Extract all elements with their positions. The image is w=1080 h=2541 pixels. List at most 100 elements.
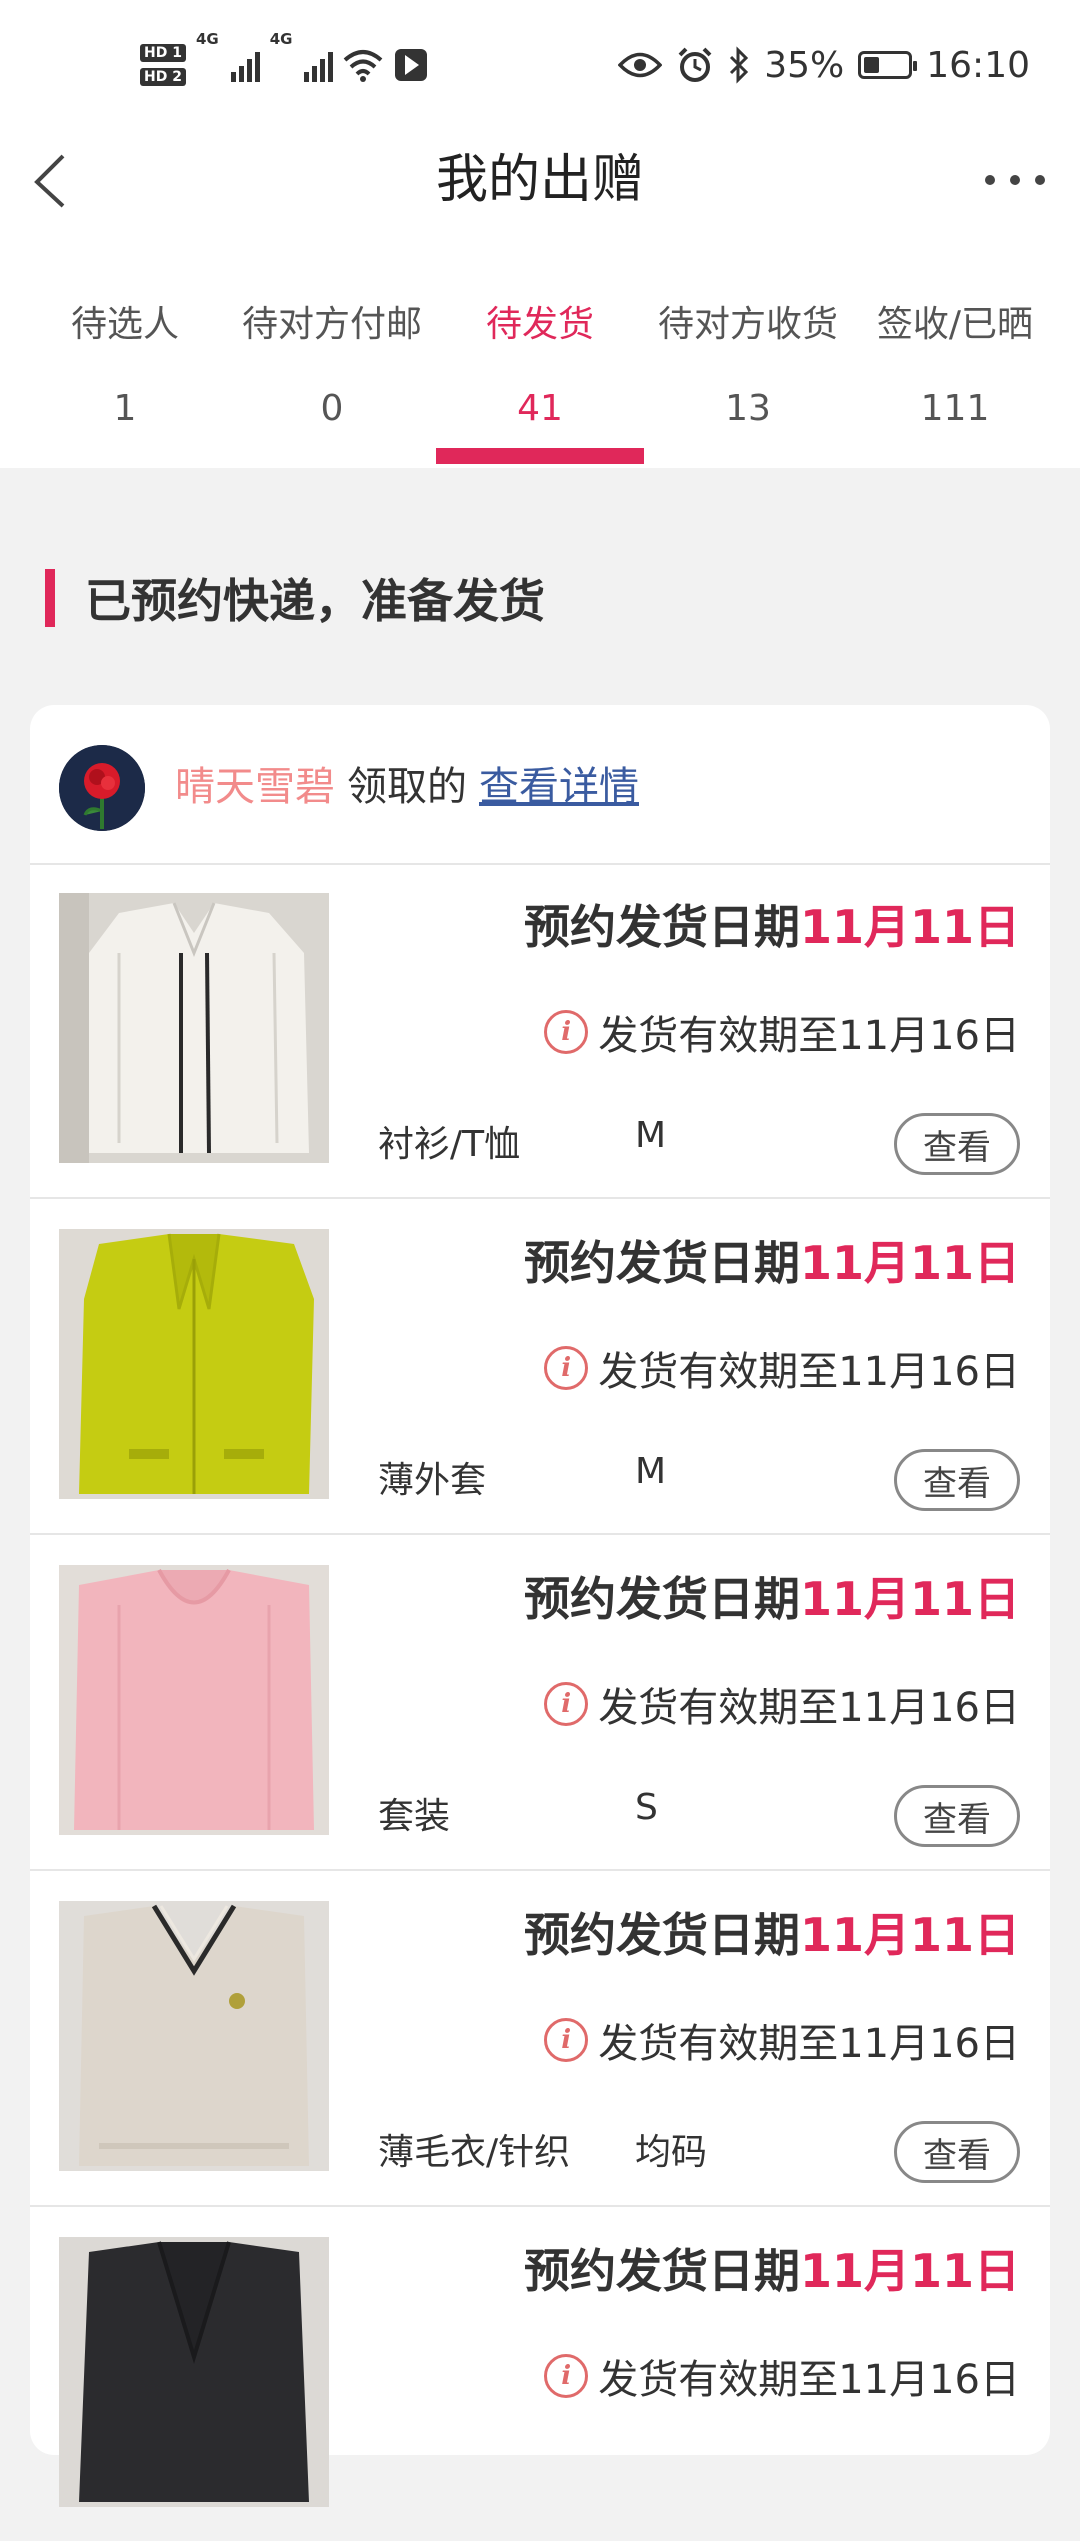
- item-size: M: [635, 1115, 667, 1156]
- sim2-hd-badge: HD 2: [140, 68, 186, 86]
- tab-pending-receipt[interactable]: 待对方收货 13: [640, 300, 856, 434]
- tab-count: 1: [113, 388, 137, 429]
- view-button[interactable]: 查看: [894, 1113, 1020, 1175]
- list-item: 预约发货日期11月11日 i 发货有效期至11月16日 薄外套 M 查看: [30, 1199, 1050, 1535]
- claimed-label: 领取的: [347, 764, 467, 810]
- sim-tags: HD 1 HD 2: [140, 44, 186, 86]
- list-item: 预约发货日期11月11日 i 发货有效期至11月16日 衬衫/T恤 M 查看: [30, 863, 1050, 1199]
- status-bar: HD 1 HD 2 4G 4G 35% 16:10: [0, 0, 1080, 130]
- date-label: 预约发货日期: [523, 1236, 800, 1290]
- ship-deadline: i 发货有效期至11月16日: [544, 2011, 1020, 2069]
- deadline-text: 发货有效期至11月16日: [598, 2021, 1020, 2067]
- tab-received[interactable]: 签收/已晒 111: [847, 300, 1063, 434]
- bluetooth-icon: [730, 46, 749, 84]
- view-details-link[interactable]: 查看详情: [479, 764, 639, 810]
- status-left: HD 1 HD 2 4G 4G: [140, 30, 429, 100]
- deadline-text: 发货有效期至11月16日: [598, 1013, 1020, 1059]
- tab-pending-postage[interactable]: 待对方付邮 0: [224, 300, 440, 434]
- scheduled-ship-date: 预约发货日期11月11日: [524, 2235, 1020, 2301]
- info-icon: i: [544, 2018, 589, 2062]
- clock: 16:10: [926, 44, 1030, 86]
- deadline-text: 发货有效期至11月16日: [598, 1349, 1020, 1395]
- tab-pending-shipment[interactable]: 待发货 41: [432, 300, 648, 434]
- tab-count: 41: [517, 388, 563, 429]
- sim1-hd-badge: HD 1: [140, 44, 186, 62]
- item-photo-beige-sweater[interactable]: [59, 1901, 329, 2171]
- info-icon: i: [544, 2354, 589, 2398]
- section-accent-bar: [45, 569, 55, 627]
- item-photo-pink-top[interactable]: [59, 1565, 329, 1835]
- date-label: 预约发货日期: [523, 2244, 800, 2298]
- item-category: 套装: [378, 1796, 451, 1837]
- avatar[interactable]: [59, 745, 145, 831]
- item-category: 薄外套: [378, 1460, 487, 1501]
- tab-count: 111: [920, 388, 990, 429]
- scheduled-ship-date: 预约发货日期11月11日: [524, 891, 1020, 957]
- alarm-icon: [678, 47, 712, 82]
- rose-avatar-icon: [59, 745, 145, 831]
- ship-deadline: i 发货有效期至11月16日: [544, 1003, 1020, 1061]
- tab-pending-select[interactable]: 待选人 1: [17, 300, 233, 434]
- item-photo-black-cardigan[interactable]: [59, 2237, 329, 2507]
- list-item: 预约发货日期11月11日 i 发货有效期至11月16日 套装 S 查看: [30, 1535, 1050, 1871]
- more-options-icon[interactable]: [985, 150, 1045, 210]
- app-notification-icon: [395, 49, 428, 81]
- list-item: 预约发货日期11月11日 i 发货有效期至11月16日: [30, 2207, 1050, 2541]
- section-header: 已预约快递，准备发货: [45, 568, 545, 628]
- date-value: 11月11日: [799, 900, 1020, 954]
- list-item: 预约发货日期11月11日 i 发货有效期至11月16日 薄毛衣/针织 均码 查看: [30, 1871, 1050, 2207]
- tab-label: 待对方付邮: [241, 304, 422, 345]
- network-type-2: 4G: [269, 30, 293, 48]
- recipient-text: 晴天雪碧 领取的 查看详情: [175, 757, 639, 817]
- signal-icon: [230, 48, 260, 82]
- battery-level: [864, 57, 880, 73]
- deadline-text: 发货有效期至11月16日: [598, 1685, 1020, 1731]
- item-size: M: [635, 1451, 667, 1492]
- page-title: 我的出赠: [435, 150, 644, 210]
- item-photo-yellow-jacket[interactable]: [59, 1229, 329, 1499]
- signal-icon: [304, 48, 334, 82]
- date-value: 11月11日: [799, 1908, 1020, 1962]
- battery-percent: 35%: [764, 44, 845, 86]
- view-button[interactable]: 查看: [894, 1785, 1020, 1847]
- date-label: 预约发货日期: [523, 1572, 800, 1626]
- scheduled-ship-date: 预约发货日期11月11日: [524, 1899, 1020, 1965]
- scheduled-ship-date: 预约发货日期11月11日: [524, 1563, 1020, 1629]
- eye-icon: [618, 52, 663, 78]
- nav-bar: 我的出赠: [0, 130, 1080, 230]
- network-type-1: 4G: [195, 30, 219, 48]
- tab-count: 0: [320, 388, 344, 429]
- view-button[interactable]: 查看: [894, 2121, 1020, 2183]
- date-label: 预约发货日期: [523, 900, 800, 954]
- date-value: 11月11日: [799, 2244, 1020, 2298]
- shipment-card: 晴天雪碧 领取的 查看详情 预约发货日期11月11日 i 发货有效期至11月16日 衬…: [30, 705, 1050, 2507]
- tab-count: 13: [725, 388, 771, 429]
- tab-label: 待选人: [70, 304, 179, 345]
- item-size: 均码: [635, 2132, 708, 2173]
- wifi-icon: [344, 50, 383, 82]
- recipient-name[interactable]: 晴天雪碧: [175, 764, 335, 810]
- info-icon: i: [544, 1682, 589, 1726]
- ship-deadline: i 发货有效期至11月16日: [544, 2347, 1020, 2405]
- recipient-row: 晴天雪碧 领取的 查看详情: [30, 705, 1050, 865]
- ship-deadline: i 发货有效期至11月16日: [544, 1675, 1020, 1733]
- section-title: 已预约快递，准备发货: [85, 574, 545, 628]
- item-category: 薄毛衣/针织: [378, 2132, 571, 2173]
- date-value: 11月11日: [799, 1572, 1020, 1626]
- item-size: S: [635, 1787, 658, 1828]
- view-button[interactable]: 查看: [894, 1449, 1020, 1511]
- info-icon: i: [544, 1010, 589, 1054]
- tab-label: 待发货: [485, 304, 594, 345]
- battery-icon: [858, 51, 918, 79]
- item-category: 衬衫/T恤: [378, 1124, 521, 1165]
- ship-deadline: i 发货有效期至11月16日: [544, 1339, 1020, 1397]
- active-tab-indicator: [436, 448, 644, 464]
- item-photo-white-shirt[interactable]: [59, 893, 329, 1163]
- deadline-text: 发货有效期至11月16日: [598, 2357, 1020, 2403]
- date-value: 11月11日: [799, 1236, 1020, 1290]
- tab-label: 待对方收货: [657, 304, 838, 345]
- date-label: 预约发货日期: [523, 1908, 800, 1962]
- info-icon: i: [544, 1346, 589, 1390]
- tab-label: 签收/已晒: [876, 304, 1034, 345]
- status-right: 35% 16:10: [618, 30, 1030, 100]
